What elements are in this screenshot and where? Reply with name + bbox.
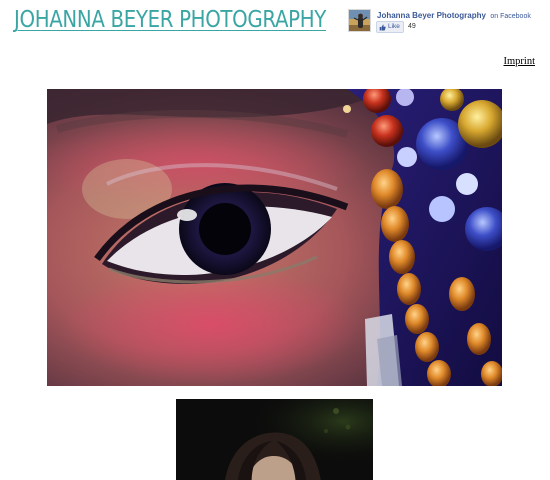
site-title[interactable]: JOHANNA BEYER PHOTOGRAPHY: [14, 9, 326, 32]
like-count: 49: [408, 23, 416, 30]
facebook-like-box: Johanna Beyer Photography on Facebook Li…: [348, 9, 543, 35]
imprint-link[interactable]: Imprint: [504, 56, 536, 68]
gallery-photo-eye[interactable]: [47, 89, 502, 386]
gallery-photo-portrait[interactable]: [176, 399, 373, 480]
like-button-label: Like: [388, 22, 400, 30]
facebook-like-button[interactable]: Like: [376, 21, 404, 33]
on-facebook-text: on Facebook: [490, 13, 531, 20]
thumbs-up-icon: [379, 24, 386, 30]
facebook-page-name[interactable]: Johanna Beyer Photography: [377, 11, 486, 20]
facebook-page-avatar[interactable]: [348, 9, 371, 32]
